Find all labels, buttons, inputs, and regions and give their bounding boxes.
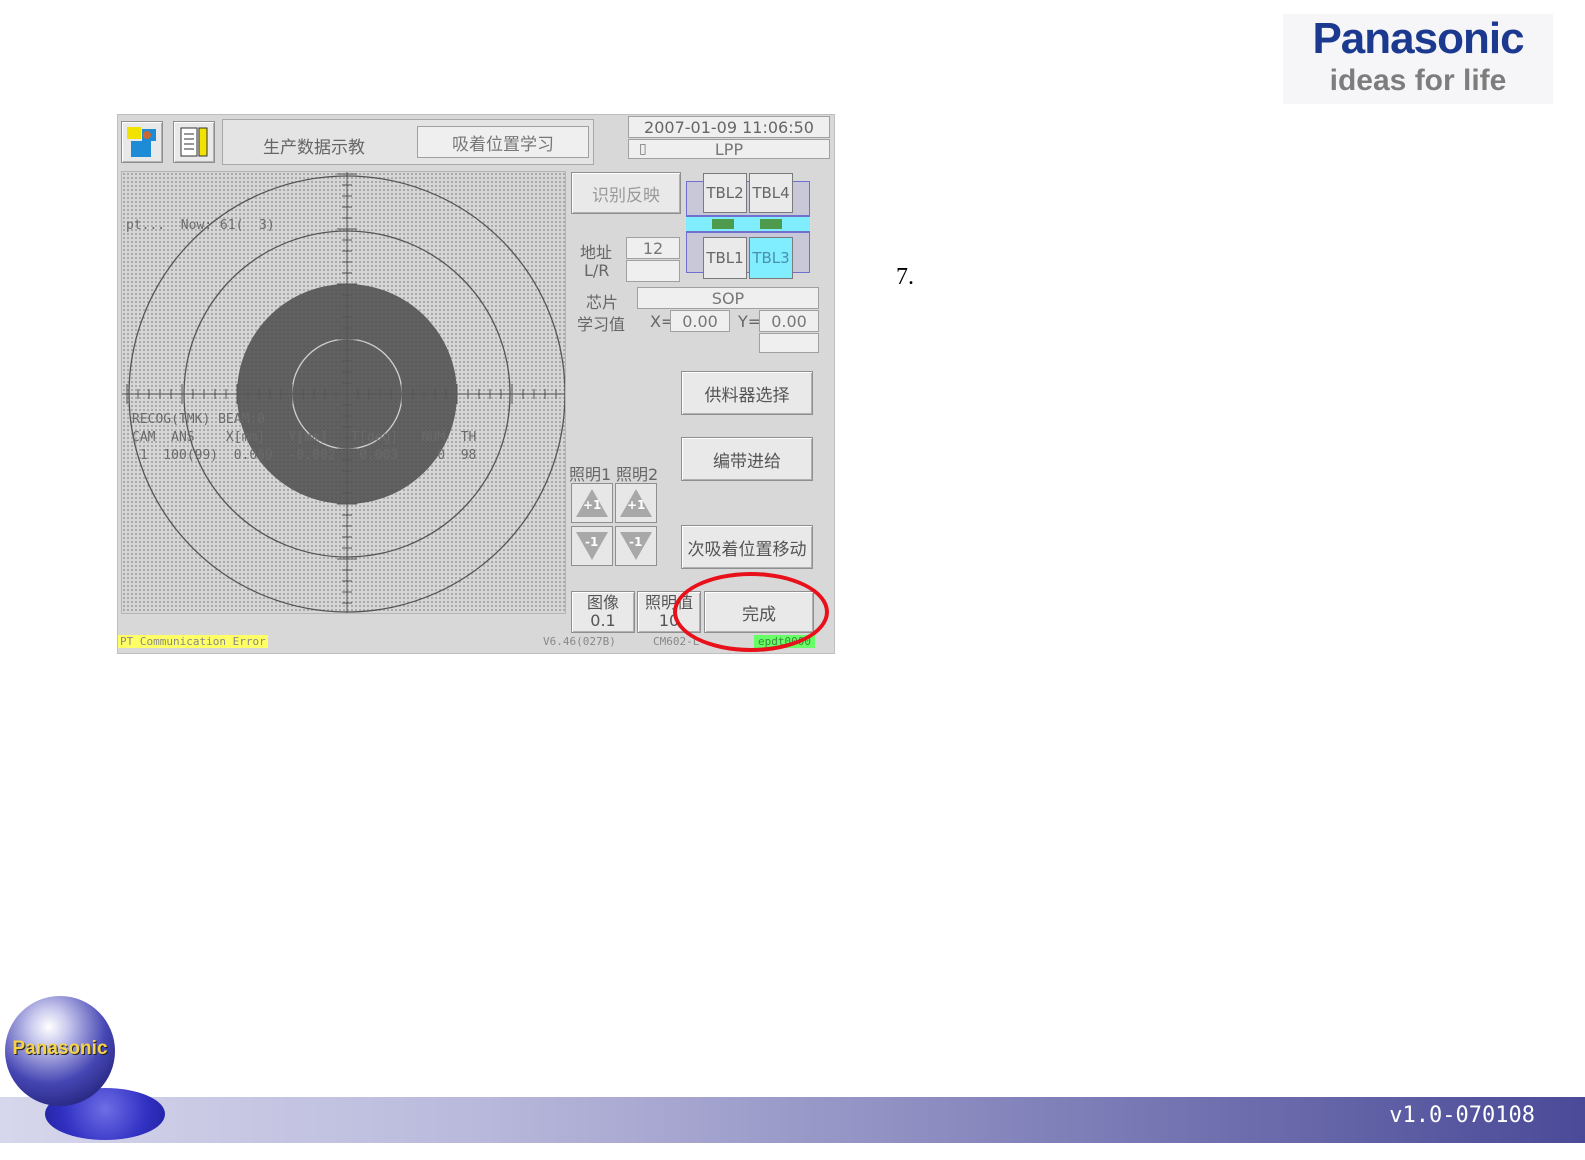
footer-bar <box>0 1097 1585 1143</box>
image-value: 0.1 <box>590 611 616 630</box>
tbl1-button[interactable]: TBL1 <box>703 237 747 279</box>
tape-feed-button[interactable]: 编带进给 <box>681 437 813 481</box>
result-headers: CAM ANS X[mm] Y[mm] T[deg] NUM TH <box>132 430 477 445</box>
recognize-reflect-label: 识别反映 <box>592 185 660 206</box>
increase-label: +1 <box>583 498 602 512</box>
program-name: LPP <box>714 139 744 159</box>
conveyor-segment <box>760 219 782 229</box>
chip-label: 芯片 <box>586 293 619 312</box>
tbl2-button[interactable]: TBL2 <box>703 173 747 213</box>
recognition-info: RECOG(TMK) BEAM:0 <box>132 412 266 427</box>
complete-button[interactable]: 完成 <box>704 591 814 633</box>
document-version: v1.0-070108 <box>1389 1103 1535 1128</box>
lighting1-label: 照明1 <box>569 465 612 484</box>
machine-screen: 生产数据示教 吸着位置学习 2007-01-09 11:06:50 ▯ LPP … <box>117 114 835 654</box>
tbl3-button[interactable]: TBL3 <box>749 237 793 279</box>
datetime: 2007-01-09 11:06:50 <box>628 116 830 138</box>
image-label: 图像 <box>586 593 619 612</box>
learn-label: 学习值 <box>577 315 626 334</box>
user-badge: epdt0000 <box>754 635 815 648</box>
file-icon: ▯ <box>639 141 647 157</box>
status-bar: PT Communication Error V6.46(027B) CM602… <box>118 633 834 653</box>
next-pickup-move-button[interactable]: 次吸着位置移动 <box>681 525 813 569</box>
lighting-value: 10 <box>658 611 680 630</box>
y-label: Y= <box>738 312 762 331</box>
error-message: PT Communication Error <box>118 635 268 648</box>
operator-icon <box>127 127 156 157</box>
next-pickup-move-label: 次吸着位置移动 <box>687 539 807 560</box>
image-button[interactable]: 图像 0.1 <box>571 591 635 633</box>
lighting-value-button[interactable]: 照明值 10 <box>637 591 701 633</box>
conveyor-rail <box>686 215 810 233</box>
user-icon-button[interactable] <box>121 121 163 163</box>
lighting1-decrease-button[interactable]: -1 <box>571 526 613 566</box>
chip-value: SOP <box>637 287 819 309</box>
extra-value <box>759 333 819 353</box>
progress-readout: pt... Now: 61( 3) <box>126 218 275 233</box>
camera-reticle <box>122 172 565 613</box>
recognize-reflect-button[interactable]: 识别反映 <box>571 172 681 214</box>
tape-feed-label: 编带进给 <box>713 451 781 472</box>
lighting2-decrease-button[interactable]: -1 <box>615 526 657 566</box>
menu-title: 生产数据示教 <box>263 138 365 158</box>
increase-label: +1 <box>627 498 646 512</box>
result-values: 1 100(99) 0.069 -0.002 0.003 0 98 <box>132 448 477 463</box>
address-label: 地址 <box>580 243 613 262</box>
lighting1-increase-button[interactable]: +1 <box>571 483 613 523</box>
feeder-select-label: 供料器选择 <box>704 385 790 406</box>
feeder-select-button[interactable]: 供料器选择 <box>681 371 813 415</box>
sub-title: 吸着位置学习 <box>417 126 589 158</box>
lighting2-increase-button[interactable]: +1 <box>615 483 657 523</box>
camera-view: pt... Now: 61( 3) RECOG(TMK) BEAM:0 CAM … <box>121 171 566 614</box>
lr-label: L/R <box>584 261 610 280</box>
decrease-label: -1 <box>629 535 643 549</box>
tbl4-button[interactable]: TBL4 <box>749 173 793 213</box>
address-value: 12 <box>626 237 680 259</box>
y-value: 0.00 <box>759 310 819 332</box>
program-name-field: ▯ LPP <box>628 139 830 159</box>
decrease-label: -1 <box>585 535 599 549</box>
title-panel: 生产数据示教 吸着位置学习 <box>222 119 594 165</box>
x-value: 0.00 <box>670 310 730 332</box>
lighting2-label: 照明2 <box>616 465 659 484</box>
brand-name: Panasonic <box>1312 14 1524 63</box>
brand-tagline: ideas for life <box>1329 64 1507 97</box>
machine-model: CM602-L <box>653 635 700 648</box>
lr-value <box>626 260 680 282</box>
lighting-value-label: 照明值 <box>644 593 693 612</box>
complete-label: 完成 <box>742 604 776 625</box>
table-selector: TBL2 TBL4 TBL1 TBL3 <box>684 171 812 285</box>
conveyor-segment <box>712 219 734 229</box>
brand-logo: Panasonic ideas for life <box>1283 14 1553 104</box>
document-icon <box>180 127 208 157</box>
software-version: V6.46(027B) <box>543 635 616 648</box>
globe-logo-text: Panasonic <box>12 1038 108 1059</box>
document-icon-button[interactable] <box>173 121 215 163</box>
step-number: 7. <box>896 264 914 290</box>
